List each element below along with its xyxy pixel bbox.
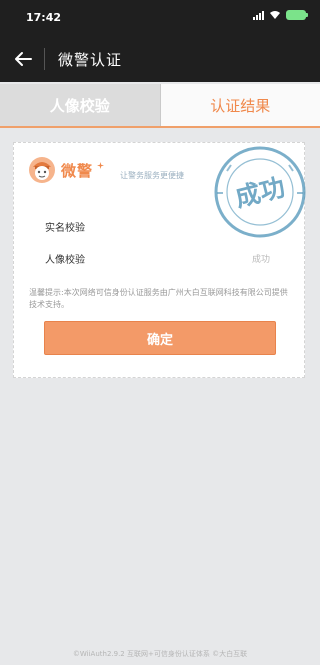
nav-divider [44,48,45,70]
arrow-left-icon [15,52,32,66]
back-button[interactable] [6,44,40,74]
star-icon [97,161,105,169]
row-label-realname: 实名校验 [45,223,85,234]
battery-icon [286,10,308,20]
row-label-face: 人像校验 [45,255,85,266]
tagline: 让警务服务更便捷 [120,171,184,180]
status-time: 17:42 [26,11,62,24]
logo: 微警 [27,155,105,185]
tab-face-verification[interactable]: 人像校验 [0,84,161,126]
tab-auth-result[interactable]: 认证结果 [160,84,320,126]
wifi-icon [270,11,280,19]
confirm-button[interactable]: 确定 [44,321,276,355]
stamp-text: 成功 [232,172,288,212]
tip-text: 温馨提示:本次网络可信身份认证服务由广州大白互联网科技有限公司提供技术支持。 [29,288,288,309]
tab-bar: 人像校验 认证结果 [0,84,320,126]
result-card: 微警 让警务服务更便捷 成功 实名校验 人像校验 成功 温馨提示:本次网络可信身… [13,142,306,378]
signal-icon [253,10,264,20]
success-stamp: 成功 [214,146,306,238]
logo-text: 微警 [61,161,94,180]
police-logo-icon [29,157,55,183]
footer-text: ©WiiAuth2.9.2 互联网+可信身份认证体系 ©大白互联 [72,650,248,658]
status-bar: 17:42 [0,0,320,36]
row-value-face: 成功 [252,255,271,265]
nav-bar: 微警认证 [0,36,320,82]
status-icons [253,10,308,20]
page-title: 微警认证 [58,51,123,69]
tab-underline [0,126,320,128]
